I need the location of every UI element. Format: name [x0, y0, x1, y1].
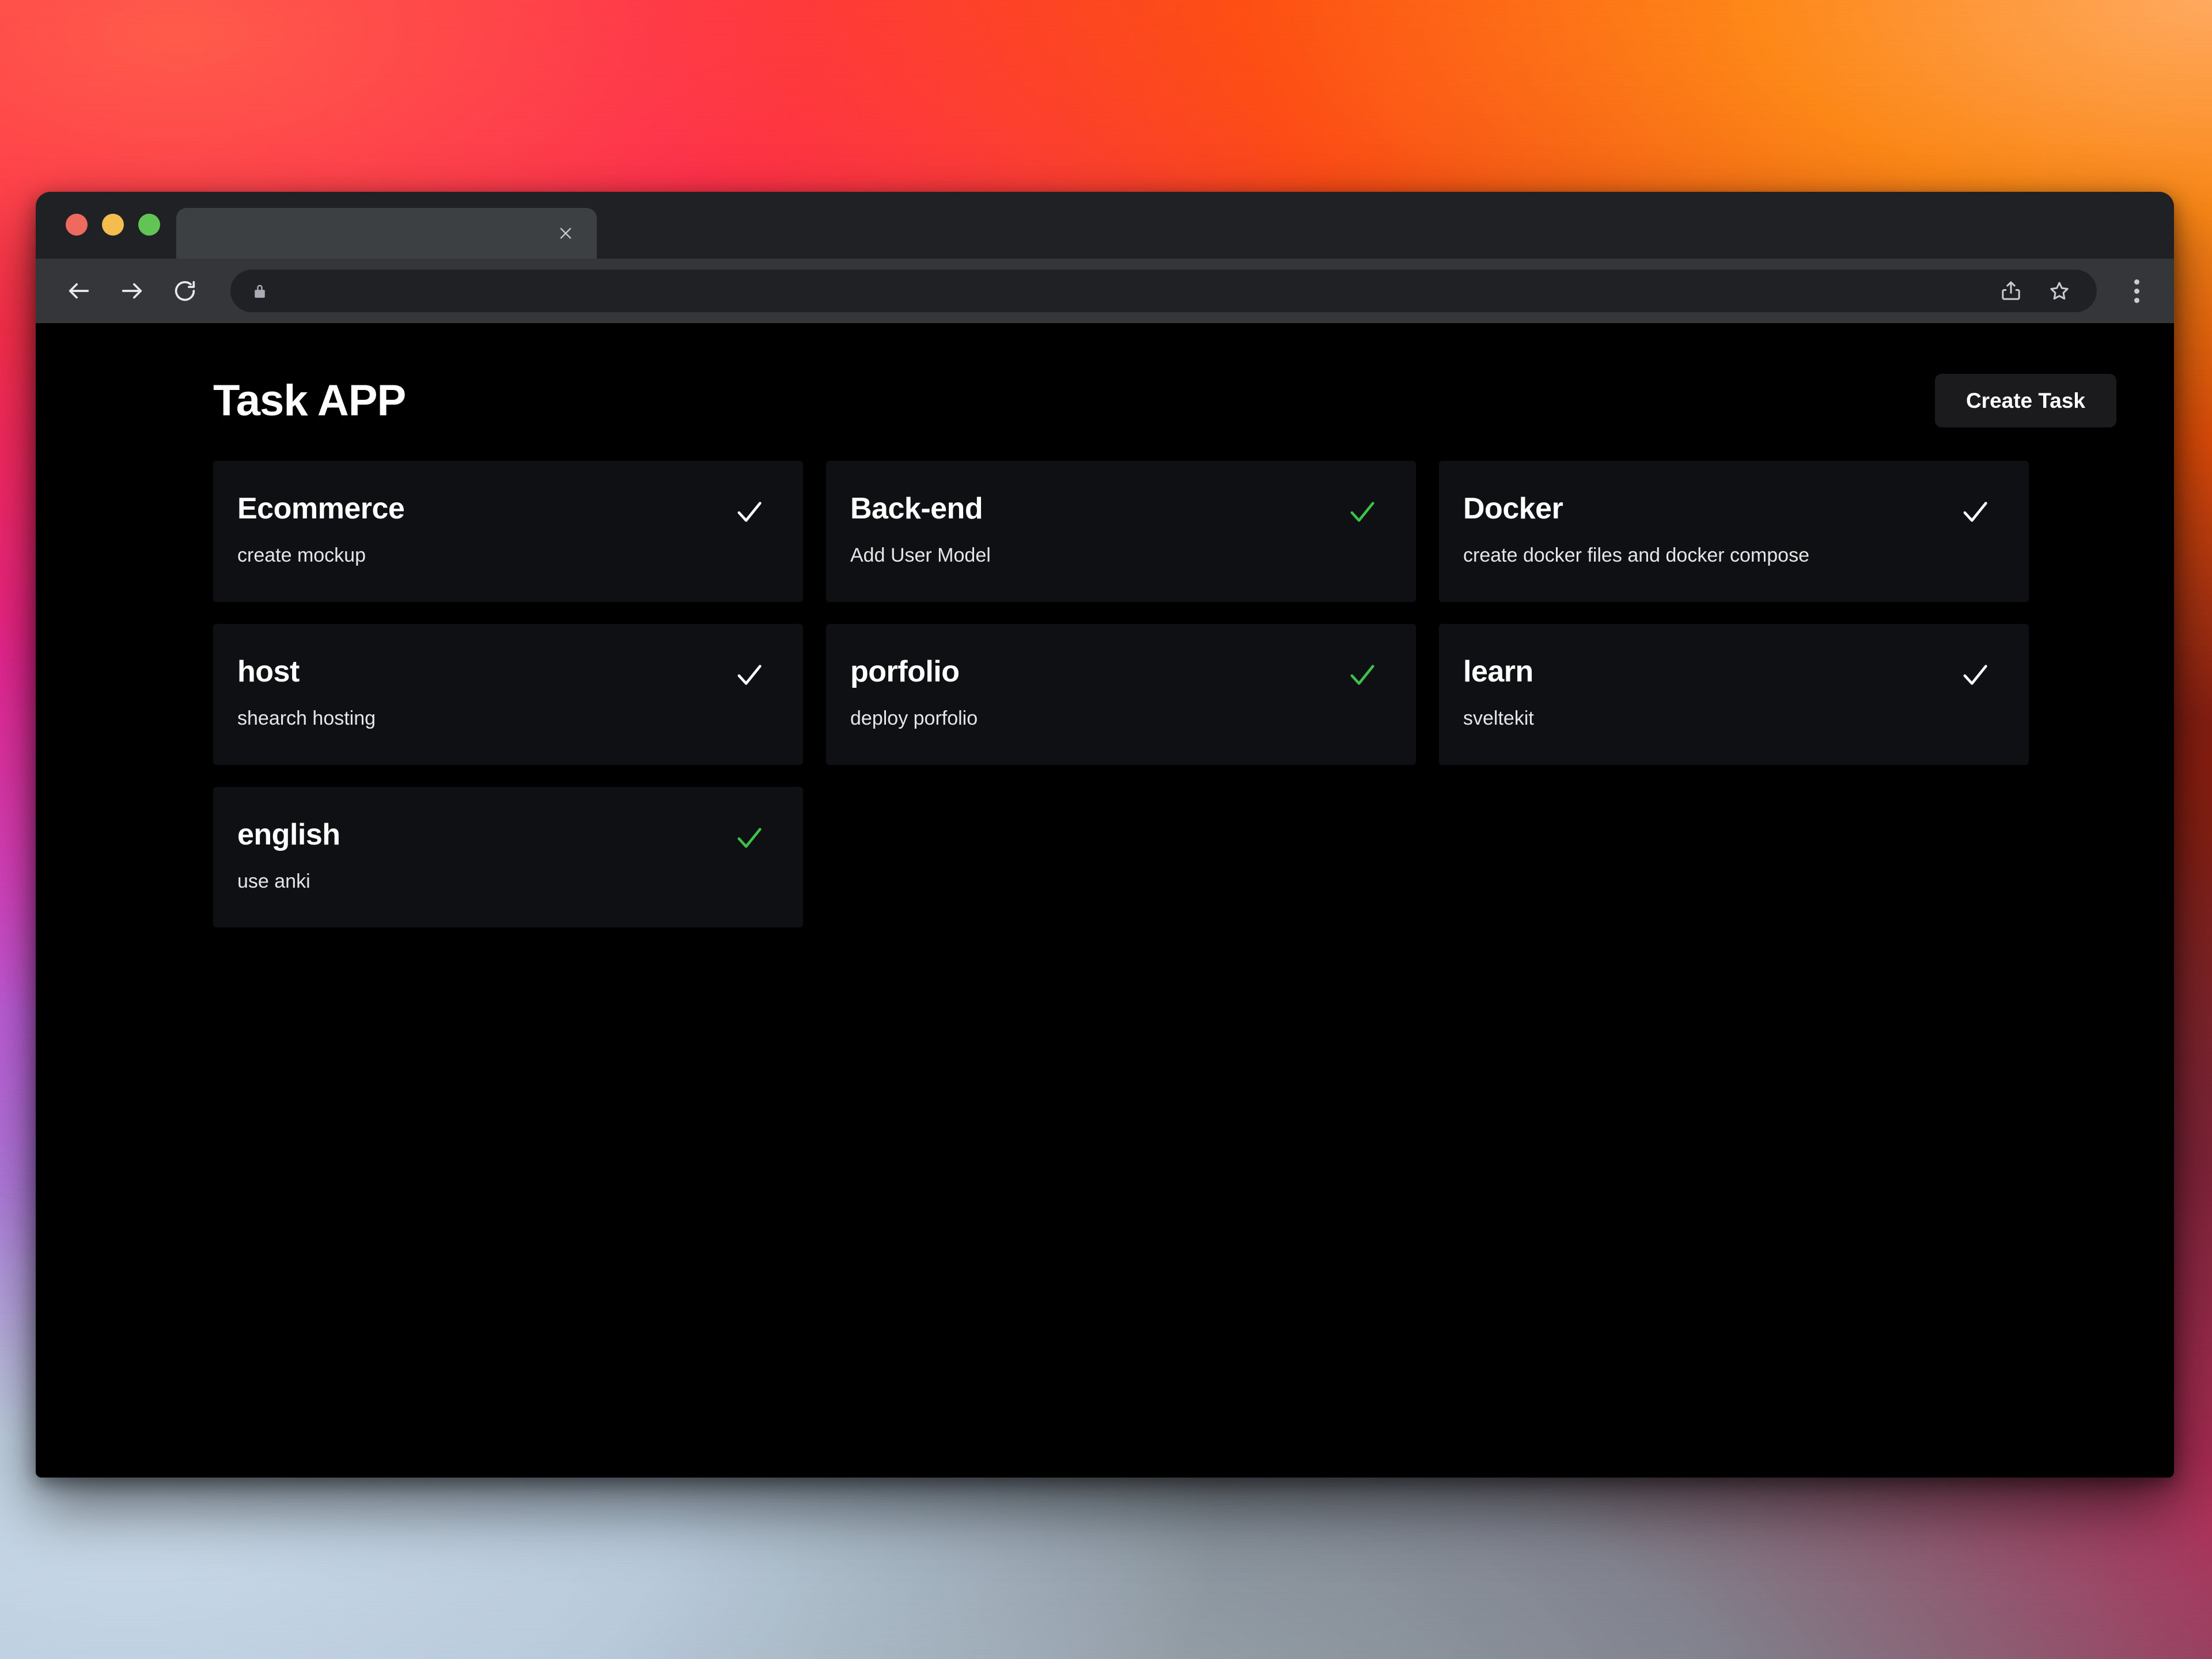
task-card[interactable]: Docker create docker files and docker com… [1439, 461, 2029, 602]
task-description: create docker files and docker compose [1463, 544, 1809, 566]
task-description: create mockup [237, 544, 366, 566]
menu-dot [2134, 279, 2139, 285]
task-card[interactable]: Ecommerce create mockup [213, 461, 803, 602]
check-icon[interactable] [1346, 658, 1379, 692]
task-name: learn [1463, 654, 1533, 688]
check-icon[interactable] [733, 495, 766, 529]
check-icon[interactable] [1346, 495, 1379, 529]
task-name: Back-end [850, 492, 983, 525]
page-title: Task APP [213, 376, 406, 425]
browser-tab[interactable] [176, 208, 597, 259]
task-card-header: english [237, 819, 766, 855]
reload-icon[interactable] [167, 273, 203, 309]
task-name: host [237, 654, 300, 688]
task-card[interactable]: Back-end Add User Model [826, 461, 1416, 602]
task-card-header: porfolio [850, 656, 1379, 692]
menu-dot [2134, 288, 2139, 294]
task-description: shearch hosting [237, 707, 376, 729]
check-icon[interactable] [733, 658, 766, 692]
task-card-header: Ecommerce [237, 493, 766, 529]
task-card[interactable]: porfolio deploy porfolio [826, 623, 1416, 765]
check-icon[interactable] [733, 821, 766, 855]
task-description: sveltekit [1463, 707, 1534, 729]
close-icon[interactable] [551, 218, 581, 248]
task-card-header: host [237, 656, 766, 692]
three-dots-menu-icon[interactable] [2119, 273, 2154, 309]
forward-arrow-icon[interactable] [114, 273, 150, 309]
app-header: Task APP Create Task [36, 323, 2174, 427]
window-maximize-button[interactable] [138, 214, 160, 236]
back-arrow-icon[interactable] [61, 273, 97, 309]
check-icon[interactable] [1959, 658, 1992, 692]
check-icon[interactable] [1959, 495, 1992, 529]
task-name: english [237, 817, 340, 851]
task-card[interactable]: learn sveltekit [1439, 623, 2029, 765]
page-viewport: Task APP Create Task Ecommerce create moc… [36, 323, 2174, 1478]
browser-tab-strip [36, 192, 2174, 259]
window-traffic-lights [36, 214, 160, 259]
address-bar[interactable] [230, 270, 2097, 312]
task-card-grid: Ecommerce create mockup Back-end Add User M… [36, 427, 2174, 928]
task-name: porfolio [850, 654, 960, 688]
task-card-header: Back-end [850, 493, 1379, 529]
task-card[interactable]: english use anki [213, 786, 803, 928]
lock-icon [250, 281, 270, 301]
share-icon[interactable] [1993, 273, 2029, 309]
window-minimize-button[interactable] [102, 214, 124, 236]
create-task-button[interactable]: Create Task [1934, 374, 2116, 427]
star-icon[interactable] [2041, 273, 2077, 309]
task-card[interactable]: host shearch hosting [213, 623, 803, 765]
menu-dot [2134, 297, 2139, 303]
task-description: use anki [237, 870, 310, 892]
task-description: deploy porfolio [850, 707, 978, 729]
task-card-header: Docker [1463, 493, 1992, 529]
browser-window: Task APP Create Task Ecommerce create moc… [36, 192, 2174, 1478]
task-name: Docker [1463, 492, 1563, 525]
window-close-button[interactable] [66, 214, 88, 236]
task-name: Ecommerce [237, 492, 405, 525]
task-card-header: learn [1463, 656, 1992, 692]
browser-toolbar [36, 259, 2174, 323]
task-description: Add User Model [850, 544, 991, 566]
